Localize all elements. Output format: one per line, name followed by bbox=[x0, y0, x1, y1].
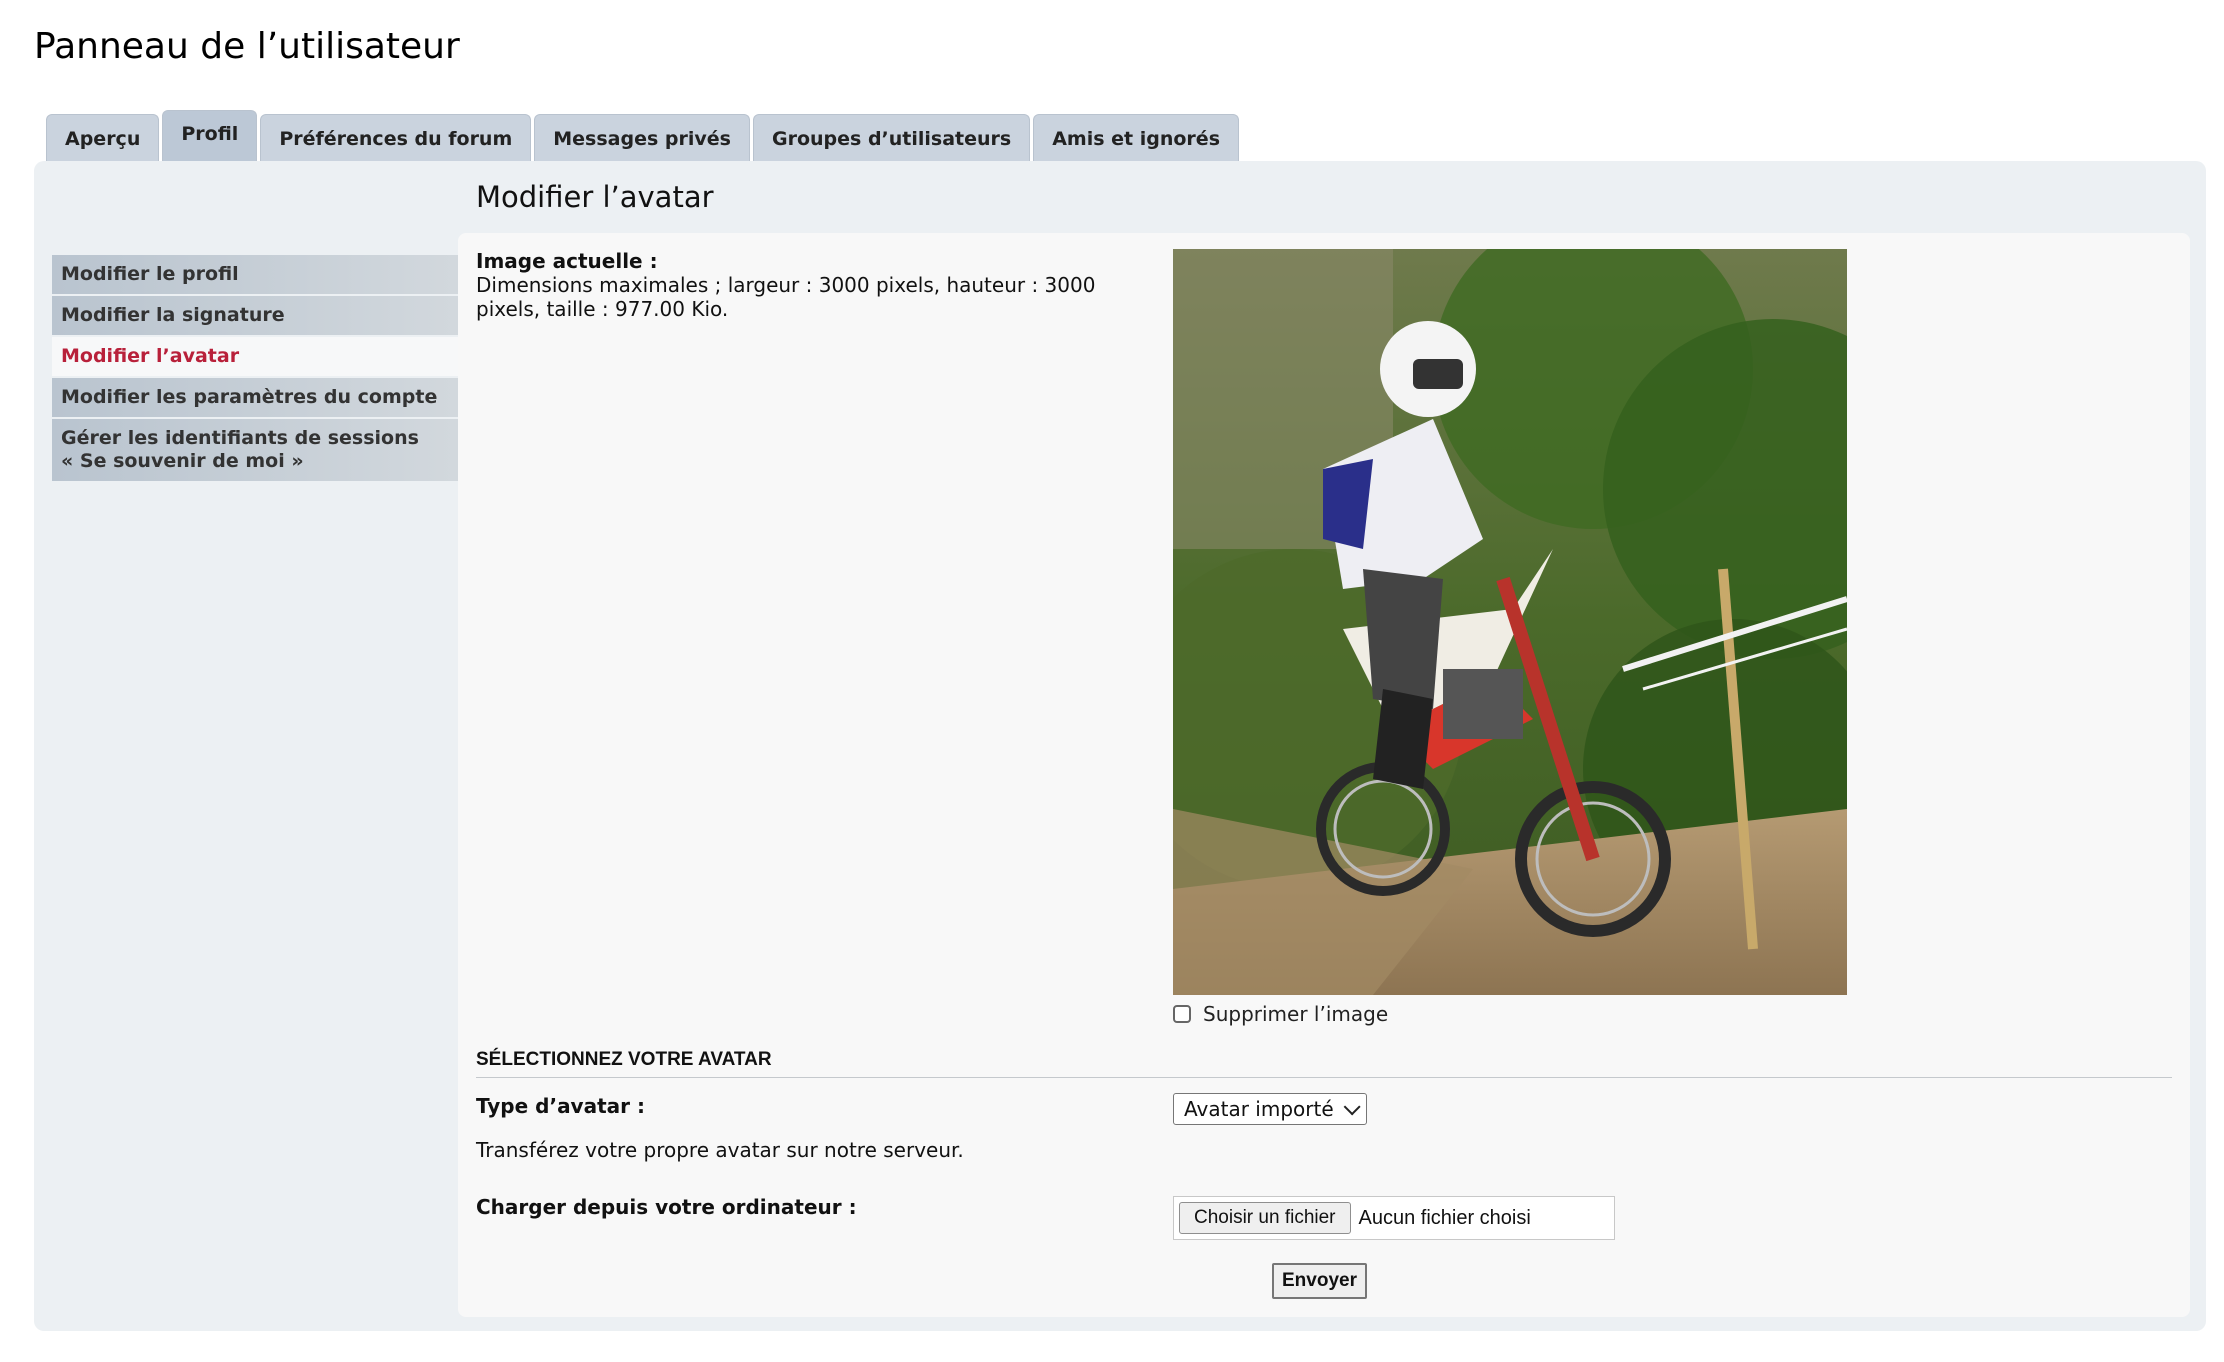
side-menu: Modifier le profil Modifier la signature… bbox=[52, 255, 458, 483]
delete-image-label: Supprimer l’image bbox=[1203, 1002, 1389, 1026]
tab-forum-preferences[interactable]: Préférences du forum bbox=[260, 114, 532, 162]
side-item-edit-profile[interactable]: Modifier le profil bbox=[52, 255, 458, 294]
avatar-type-value: Avatar importé bbox=[1184, 1097, 1334, 1121]
submit-button[interactable]: Envoyer bbox=[1272, 1263, 1367, 1299]
file-status: Aucun fichier choisi bbox=[1358, 1206, 1531, 1229]
delete-image-row: Supprimer l’image bbox=[1173, 1002, 1388, 1026]
avatar-type-label: Type d’avatar : bbox=[476, 1094, 645, 1118]
chevron-down-icon bbox=[1343, 1098, 1361, 1116]
side-item-edit-avatar[interactable]: Modifier l’avatar bbox=[52, 337, 458, 376]
avatar-type-select[interactable]: Avatar importé bbox=[1173, 1093, 1367, 1125]
choose-file-button[interactable]: Choisir un fichier bbox=[1179, 1202, 1351, 1234]
upload-label: Charger depuis votre ordinateur : bbox=[476, 1195, 857, 1219]
tab-overview[interactable]: Aperçu bbox=[46, 114, 160, 162]
avatar-constraints: Dimensions maximales ; largeur : 3000 pi… bbox=[476, 273, 1096, 321]
tab-friends-foes[interactable]: Amis et ignorés bbox=[1033, 114, 1239, 162]
tab-profile[interactable]: Profil bbox=[162, 110, 258, 162]
motocross-rider-photo bbox=[1173, 249, 1847, 995]
tab-user-groups[interactable]: Groupes d’utilisateurs bbox=[752, 114, 1031, 162]
select-avatar-legend: SÉLECTIONNEZ VOTRE AVATAR bbox=[476, 1049, 2172, 1078]
avatar-image bbox=[1173, 249, 1847, 995]
avatar-form: Image actuelle : Dimensions maximales ; … bbox=[458, 233, 2190, 1317]
section-title: Modifier l’avatar bbox=[476, 180, 714, 214]
side-item-account-settings[interactable]: Modifier les paramètres du compte bbox=[52, 378, 458, 417]
delete-image-checkbox[interactable] bbox=[1173, 1005, 1191, 1023]
current-image-info: Image actuelle : Dimensions maximales ; … bbox=[476, 249, 1136, 321]
file-upload-field: Choisir un fichier Aucun fichier choisi bbox=[1173, 1196, 1615, 1240]
side-item-edit-signature[interactable]: Modifier la signature bbox=[52, 296, 458, 335]
upload-description: Transférez votre propre avatar sur notre… bbox=[476, 1138, 964, 1162]
tab-bar: Aperçu Profil Préférences du forum Messa… bbox=[46, 110, 1239, 162]
tab-private-messages[interactable]: Messages privés bbox=[534, 114, 750, 162]
side-item-label: Gérer les identifiants de sessions bbox=[61, 427, 419, 449]
current-image-label: Image actuelle : bbox=[476, 249, 658, 273]
control-panel: Modifier le profil Modifier la signature… bbox=[34, 161, 2206, 1331]
side-item-label-line2: « Se souvenir de moi » bbox=[61, 450, 304, 472]
side-item-manage-sessions[interactable]: Gérer les identifiants de sessions « Se … bbox=[52, 419, 458, 481]
page-title: Panneau de l’utilisateur bbox=[34, 26, 460, 67]
